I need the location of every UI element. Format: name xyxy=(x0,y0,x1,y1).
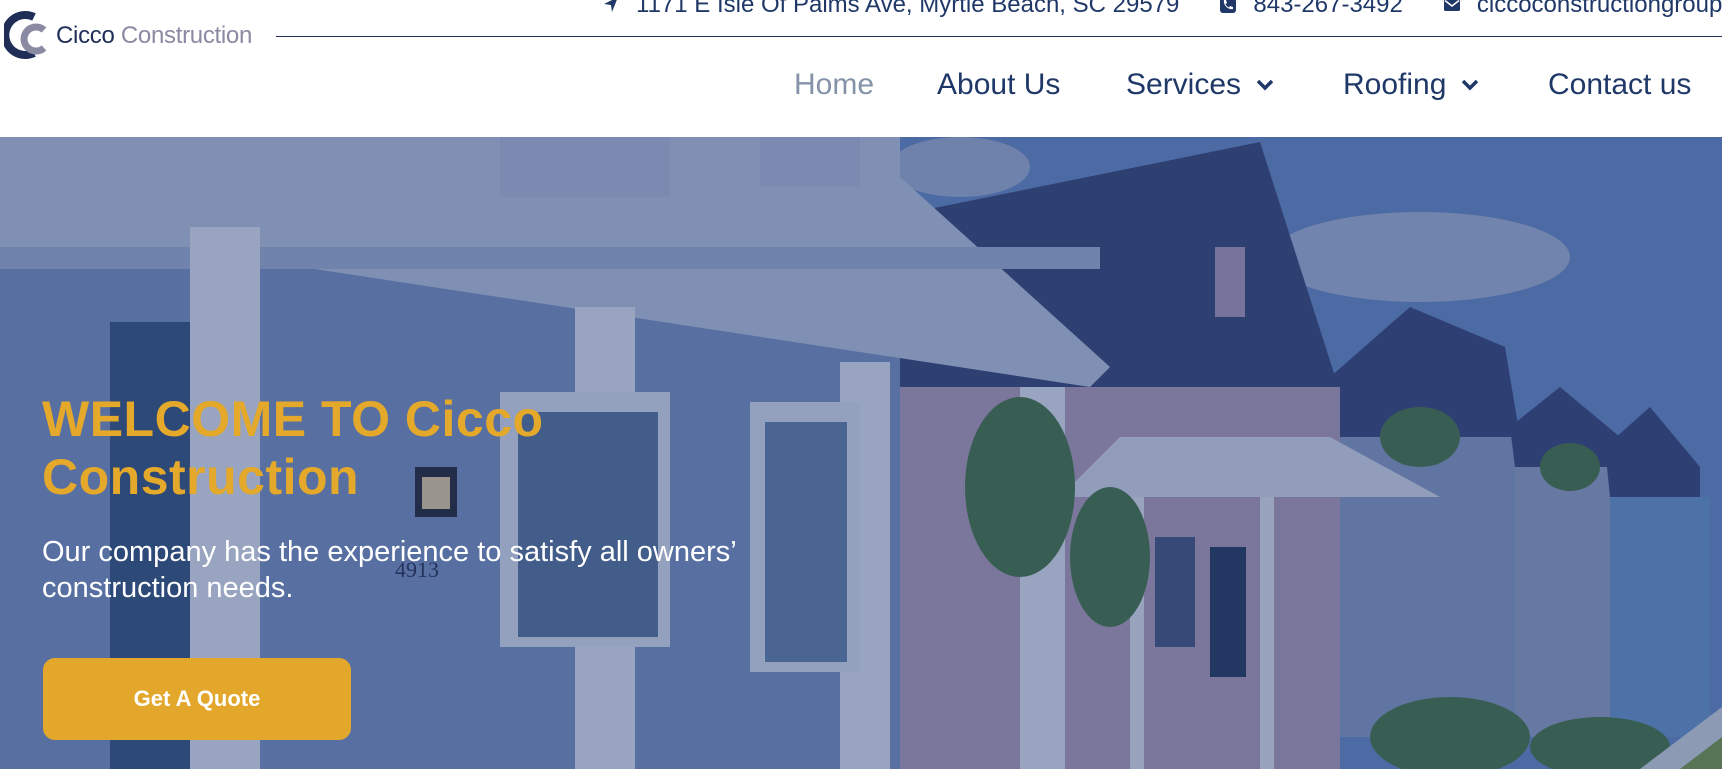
nav-item-roofing[interactable]: Roofing xyxy=(1343,68,1480,102)
hero-section: 4913 WELCOME TO Cicco Construction Our c… xyxy=(0,137,1722,769)
chevron-down-icon xyxy=(1256,79,1274,91)
page: Cicco Construction 1171 E Isle Of Palms … xyxy=(0,0,1722,769)
logo-text: Cicco Construction xyxy=(56,22,252,50)
hero-subtitle-line2: construction needs. xyxy=(42,572,294,604)
nav-label-home: Home xyxy=(794,68,875,101)
topbar-phone[interactable]: 843-267-3492 xyxy=(1217,0,1403,19)
site-header: Cicco Construction 1171 E Isle Of Palms … xyxy=(0,0,1722,137)
main-nav: Home About Us Services Roofing Contact u… xyxy=(0,68,1722,108)
contact-topbar: 1171 E Isle Of Palms Ave, Myrtle Beach, … xyxy=(600,0,1722,19)
logo[interactable]: Cicco Construction xyxy=(4,8,252,64)
nav-label-services: Services xyxy=(1126,68,1242,101)
logo-mark-icon xyxy=(4,11,47,59)
email-text: ciccoconstructiongroup@ xyxy=(1476,0,1722,18)
address-text: 1171 E Isle Of Palms Ave, Myrtle Beach, … xyxy=(636,0,1180,18)
get-a-quote-button[interactable]: Get A Quote xyxy=(43,658,351,740)
nav-item-services[interactable]: Services xyxy=(1126,68,1275,102)
hero-subtitle-line1: Our company has the experience to satisf… xyxy=(42,536,737,568)
logo-word-cicco: Cicco xyxy=(56,22,115,49)
nav-label-about-us: About Us xyxy=(937,68,1061,101)
nav-item-contact-us[interactable]: Contact us xyxy=(1548,68,1691,102)
hero-title: WELCOME TO Cicco Construction xyxy=(42,390,742,506)
logo-word-construction: Construction xyxy=(120,22,253,49)
nav-label-roofing: Roofing xyxy=(1343,68,1447,101)
location-arrow-icon xyxy=(600,0,622,16)
topbar-email[interactable]: ciccoconstructiongroup@ xyxy=(1441,0,1722,19)
hero-title-line2: Construction xyxy=(42,449,360,505)
nav-item-home[interactable]: Home xyxy=(794,68,874,102)
topbar-address[interactable]: 1171 E Isle Of Palms Ave, Myrtle Beach, … xyxy=(600,0,1179,19)
header-divider xyxy=(276,36,1722,37)
chevron-down-icon xyxy=(1462,79,1479,91)
hero-subtitle: Our company has the experience to satisf… xyxy=(42,534,822,606)
hero-title-line1: WELCOME TO Cicco xyxy=(42,391,544,447)
envelope-icon xyxy=(1441,0,1463,16)
nav-item-about-us[interactable]: About Us xyxy=(937,68,1060,102)
nav-label-contact-us: Contact us xyxy=(1548,68,1692,101)
phone-text: 843-267-3492 xyxy=(1253,0,1403,18)
phone-icon xyxy=(1217,0,1239,16)
